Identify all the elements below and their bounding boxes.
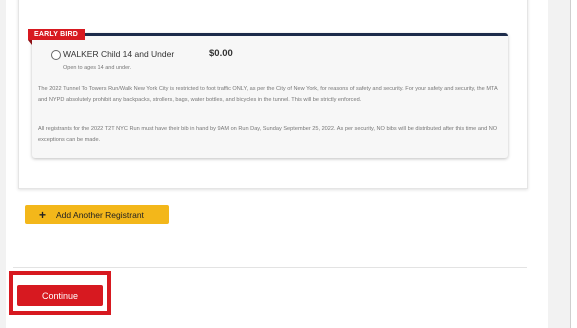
continue-button[interactable]: Continue [17, 285, 103, 306]
